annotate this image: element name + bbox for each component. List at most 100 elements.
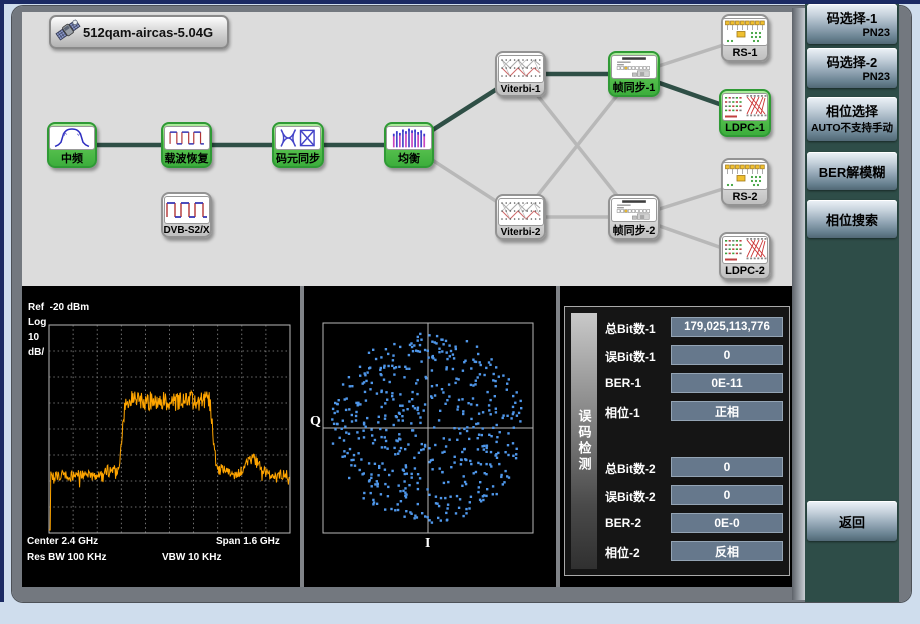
error-row-value: 0E-0 [671,513,783,533]
trellis-icon [498,55,544,83]
error-row-value: 正相 [671,401,783,421]
error-detection-panel: 误码检测 总Bit数-1 179,025,113,776 误Bit数-1 0 BER-1… [560,286,792,587]
bars-icon [386,126,432,150]
spectrum-rbw-label: Res BW 100 KHz [27,552,106,563]
side-button-phase-select[interactable]: 相位选择AUTO不支持手动 [807,97,897,141]
flow-block-label: LDPC-2 [725,264,765,278]
side-button-label: 相位选择 [807,97,897,120]
error-row: 误Bit数-1 0 [605,345,789,365]
eye-icon [275,126,321,150]
flow-block-if[interactable]: 中频 [47,122,97,168]
app-window: 512qam-aircas-5.04G 中频载波恢复码元同步均衡DVB-S2/X… [0,0,920,624]
rs-icon [722,18,768,46]
error-row: 总Bit数-1 179,025,113,776 [605,317,789,337]
flow-block-carrier[interactable]: 载波恢复 [161,122,212,168]
spectrum-center-label: Center 2.4 GHz [27,536,98,547]
side-button-back[interactable]: 返回 [807,501,897,541]
spectrum-vbw-label: VBW 10 KHz [162,552,221,563]
error-row: 总Bit数-2 0 [605,457,789,477]
spectrum-span-label: Span 1.6 GHz [216,536,280,547]
side-button-ber-deblur[interactable]: BER解模糊 [807,152,897,190]
spectrum-dbdiv-label: dB/ [28,347,44,358]
error-row-value: 0 [671,485,783,505]
side-button-sublabel: PN23 [807,71,897,83]
frame-icon [611,55,657,79]
spectrum-ref-label: Ref -20 dBm [28,302,89,313]
flow-block-label: 均衡 [398,150,420,166]
flow-block-frame1[interactable]: 帧同步-1 [608,51,660,97]
error-row-label: 总Bit数-1 [605,320,656,337]
error-row: BER-1 0E-11 [605,373,789,393]
flow-block-label: 中频 [61,150,83,166]
wave-icon [164,196,210,224]
left-border-bar [0,0,4,602]
flow-block-label: Viterbi-1 [501,83,541,95]
error-row-value: 0E-11 [671,373,783,393]
flow-block-rs1[interactable]: RS-1 [721,14,769,62]
wave-icon [164,126,210,150]
rs-icon [722,162,768,190]
flow-block-viterbi2[interactable]: Viterbi-2 [495,194,546,240]
flow-block-label: RS-2 [732,190,757,204]
flow-block-frame2[interactable]: 帧同步-2 [608,194,660,240]
side-button-label: 码选择-1 [807,4,897,27]
error-row: 误Bit数-2 0 [605,485,789,505]
flow-block-label: 码元同步 [276,150,320,166]
error-row-value: 0 [671,457,783,477]
error-row: BER-2 0E-0 [605,513,789,533]
error-row-value: 0 [671,345,783,365]
side-button-sublabel: PN23 [807,27,897,39]
content-sidebar-divider [792,8,805,600]
side-button-label: 码选择-2 [807,48,897,71]
error-row-value: 反相 [671,541,783,561]
error-row-label: 相位-1 [605,404,640,421]
spectrum-icon [49,126,95,150]
side-button-label: 相位搜索 [807,200,897,238]
flow-block-label: DVB-S2/X [163,224,209,236]
error-row: 相位-2 反相 [605,541,789,561]
flow-block-ldpc2[interactable]: LDPC-2 [719,232,771,280]
spectrum-scale-label: 10 [28,332,39,343]
sidebar: 码选择-1PN23码选择-2PN23相位选择AUTO不支持手动BER解模糊相位搜… [805,4,899,602]
spectrum-panel: Ref -20 dBm Log 10 dB/ Center 2.4 GHz Sp… [22,286,300,587]
error-row-label: 相位-2 [605,544,640,561]
flow-block-label: RS-1 [732,46,757,60]
flow-diagram-area: 512qam-aircas-5.04G 中频载波恢复码元同步均衡DVB-S2/X… [22,12,792,286]
constellation-panel: Q I [304,286,556,587]
error-detection-side-label: 误码检测 [575,409,594,473]
error-row-label: BER-1 [605,376,641,390]
error-detection-side-strip: 误码检测 [571,313,597,569]
flow-block-label: LDPC-1 [725,121,765,135]
flow-block-label: 载波恢复 [165,150,209,166]
ldpc-icon [722,93,768,121]
i-axis-label: I [425,536,430,552]
side-button-sublabel: AUTO不支持手动 [807,120,897,135]
side-button-label: 返回 [807,501,897,541]
flow-block-equalize[interactable]: 均衡 [384,122,434,168]
side-button-code-select-1[interactable]: 码选择-1PN23 [807,4,897,44]
side-button-label: BER解模糊 [807,152,897,190]
flow-block-symsync[interactable]: 码元同步 [272,122,324,168]
error-row: 相位-1 正相 [605,401,789,421]
error-row-label: BER-2 [605,516,641,530]
flow-block-viterbi1[interactable]: Viterbi-1 [495,51,546,97]
error-row-label: 误Bit数-1 [605,348,656,365]
flow-block-label: 帧同步-2 [613,222,656,238]
flow-block-ldpc1[interactable]: LDPC-1 [719,89,771,137]
flow-block-label: 帧同步-1 [613,79,656,95]
flow-block-rs2[interactable]: RS-2 [721,158,769,206]
top-border-bar [0,0,920,4]
side-button-code-select-2[interactable]: 码选择-2PN23 [807,48,897,88]
frame-icon [611,198,657,222]
flow-block-label: Viterbi-2 [501,226,541,238]
trellis-icon [498,198,544,226]
error-row-value: 179,025,113,776 [671,317,783,337]
q-axis-label: Q [310,414,321,430]
error-detection-box: 误码检测 总Bit数-1 179,025,113,776 误Bit数-1 0 BER-1… [564,306,790,576]
side-button-phase-search[interactable]: 相位搜索 [807,200,897,238]
flow-block-dvb[interactable]: DVB-S2/X [161,192,212,238]
spectrum-log-label: Log [28,317,46,328]
ldpc-icon [722,236,768,264]
error-row-label: 总Bit数-2 [605,460,656,477]
error-row-label: 误Bit数-2 [605,488,656,505]
